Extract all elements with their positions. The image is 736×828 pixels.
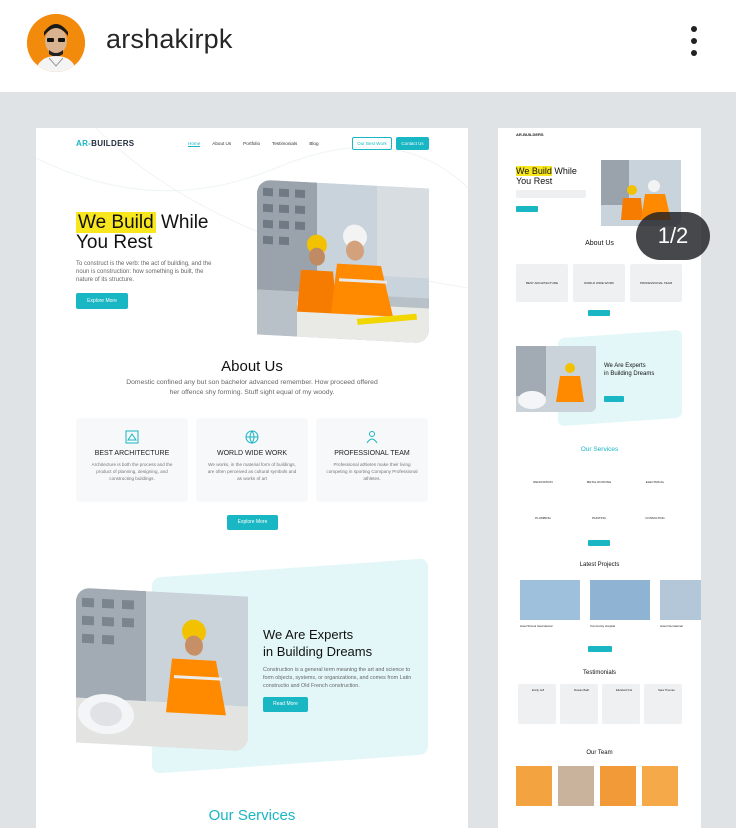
mini-services-title: Our Services xyxy=(580,446,619,453)
card-text: Professional athletes make their living … xyxy=(326,462,418,481)
experts-worker-image xyxy=(76,587,248,752)
mini-testimonial-name: Sara Thomas xyxy=(658,688,675,692)
hero-workers-image xyxy=(257,179,429,344)
mini-card-title: BEST ARCHITECTURE xyxy=(526,281,558,285)
read-more-button[interactable]: Read More xyxy=(263,697,308,712)
post-image-area[interactable]: AR-BUILDERS Home About Us Portfolio Test… xyxy=(0,92,736,828)
mini-experts-image xyxy=(516,346,596,412)
hero-title-highlight: We Build xyxy=(76,212,156,233)
mini-services-button xyxy=(588,540,610,546)
site-nav: Home About Us Portfolio Testimonials Blo… xyxy=(188,141,319,147)
mini-hero-rest: While xyxy=(551,166,577,176)
mini-service: CONSULTING xyxy=(645,516,665,520)
mini-team-member xyxy=(642,766,678,806)
mini-testimonial-name: Emily Jeff xyxy=(532,688,545,692)
hero-title-line2: You Rest xyxy=(76,232,153,253)
team-icon xyxy=(361,430,383,444)
mini-project-name: Hotel Shrook International xyxy=(520,624,553,628)
architecture-icon xyxy=(121,430,143,444)
mini-project-image xyxy=(520,580,580,620)
mini-team-member xyxy=(558,766,594,806)
hero-title: We Build While You Rest xyxy=(76,212,209,253)
services-title: Our Services xyxy=(208,807,296,824)
profile-avatar-icon xyxy=(27,14,85,72)
mini-project-name: Hotel International xyxy=(660,624,683,628)
mini-experts-line1: We Are Experts xyxy=(604,363,646,369)
mini-experts-line2: in Building Dreams xyxy=(604,371,655,377)
our-best-work-button[interactable]: Our Best Work xyxy=(352,137,392,150)
globe-icon xyxy=(241,430,263,444)
mini-service: RENOVATION xyxy=(533,480,553,484)
hero-text: To construct is the verb: the act of bui… xyxy=(76,261,212,283)
about-card-team: PROFESSIONAL TEAM Professional athletes … xyxy=(316,418,428,502)
card-text: We works, in the material form of buildi… xyxy=(207,462,297,481)
card-title: PROFESSIONAL TEAM xyxy=(334,450,410,457)
mini-hero-text xyxy=(516,190,586,198)
nav-testimonials[interactable]: Testimonials xyxy=(272,141,297,147)
nav-portfolio[interactable]: Portfolio xyxy=(243,141,260,147)
carousel-page-indicator: 1/2 xyxy=(636,212,710,260)
mini-hero-button xyxy=(516,206,538,212)
nav-home[interactable]: Home xyxy=(188,141,201,147)
website-mockup-page1: AR-BUILDERS Home About Us Portfolio Test… xyxy=(36,128,468,828)
nav-about[interactable]: About Us xyxy=(212,141,231,147)
mini-projects-button xyxy=(588,646,612,652)
experts-text: Construction is a general term meaning t… xyxy=(263,667,412,689)
mini-team-member xyxy=(516,766,552,806)
experts-title-line2: in Building Dreams xyxy=(263,644,373,659)
experts-title: We Are Experts in Building Dreams xyxy=(263,626,372,660)
mini-hero-line2: You Rest xyxy=(516,176,553,186)
mini-testimonial-name: Rowan Bath xyxy=(574,688,590,692)
mini-service: ELECTRICAL xyxy=(645,480,665,484)
hero-explore-button[interactable]: Explore More xyxy=(76,293,128,309)
about-explore-button[interactable]: Explore More xyxy=(227,515,278,530)
mini-team-title: Our Team xyxy=(586,750,613,756)
mini-service: METAL ROOFING xyxy=(586,480,612,484)
mini-hero-highlight: We Build xyxy=(516,166,552,176)
experts-title-line1: We Are Experts xyxy=(263,627,354,642)
mini-logo: AR-BUILDERS xyxy=(516,132,544,137)
mini-testimonial-name: Elizabeth Fel xyxy=(616,688,633,692)
mini-service: PLUMBING xyxy=(535,516,551,520)
nav-blog[interactable]: Blog xyxy=(309,141,318,147)
card-text: Architecture is both the process and the… xyxy=(91,462,173,481)
mini-projects-title: Latest Projects xyxy=(579,562,620,568)
about-card-architecture: BEST ARCHITECTURE Architecture is both t… xyxy=(76,418,188,502)
mini-read-more xyxy=(604,396,624,402)
card-title: WORLD WIDE WORK xyxy=(217,450,287,457)
mini-card-title: WORLD WIDE WORK xyxy=(584,281,614,285)
mini-testimonials-title: Testimonials xyxy=(582,670,616,676)
mini-experts-title: We Are Experts in Building Dreams xyxy=(604,362,654,378)
mini-project-image xyxy=(660,580,701,620)
about-text: Domestic confined any but son bachelor a… xyxy=(126,379,378,396)
mini-project-name: Community Hospital xyxy=(590,624,616,628)
site-logo[interactable]: AR-BUILDERS xyxy=(76,139,134,148)
mini-team-member xyxy=(600,766,636,806)
post-header: arshakirpk xyxy=(0,0,736,92)
avatar[interactable] xyxy=(27,14,85,72)
mini-about-button xyxy=(588,310,610,316)
mini-project-image xyxy=(590,580,650,620)
username[interactable]: arshakirpk xyxy=(106,24,233,55)
about-title: About Us xyxy=(221,358,283,375)
contact-us-button[interactable]: Contact Us xyxy=(396,137,429,150)
about-card-worldwide: WORLD WIDE WORK We works, in the materia… xyxy=(196,418,308,502)
mini-card-title: PROFESSIONAL TEAM xyxy=(639,281,673,285)
card-title: BEST ARCHITECTURE xyxy=(94,450,170,457)
hero-title-rest: While xyxy=(155,212,209,233)
mini-service: PAINTING xyxy=(592,516,606,520)
mini-hero-title: We Build While You Rest xyxy=(516,166,577,186)
more-vertical-icon[interactable] xyxy=(682,26,706,60)
